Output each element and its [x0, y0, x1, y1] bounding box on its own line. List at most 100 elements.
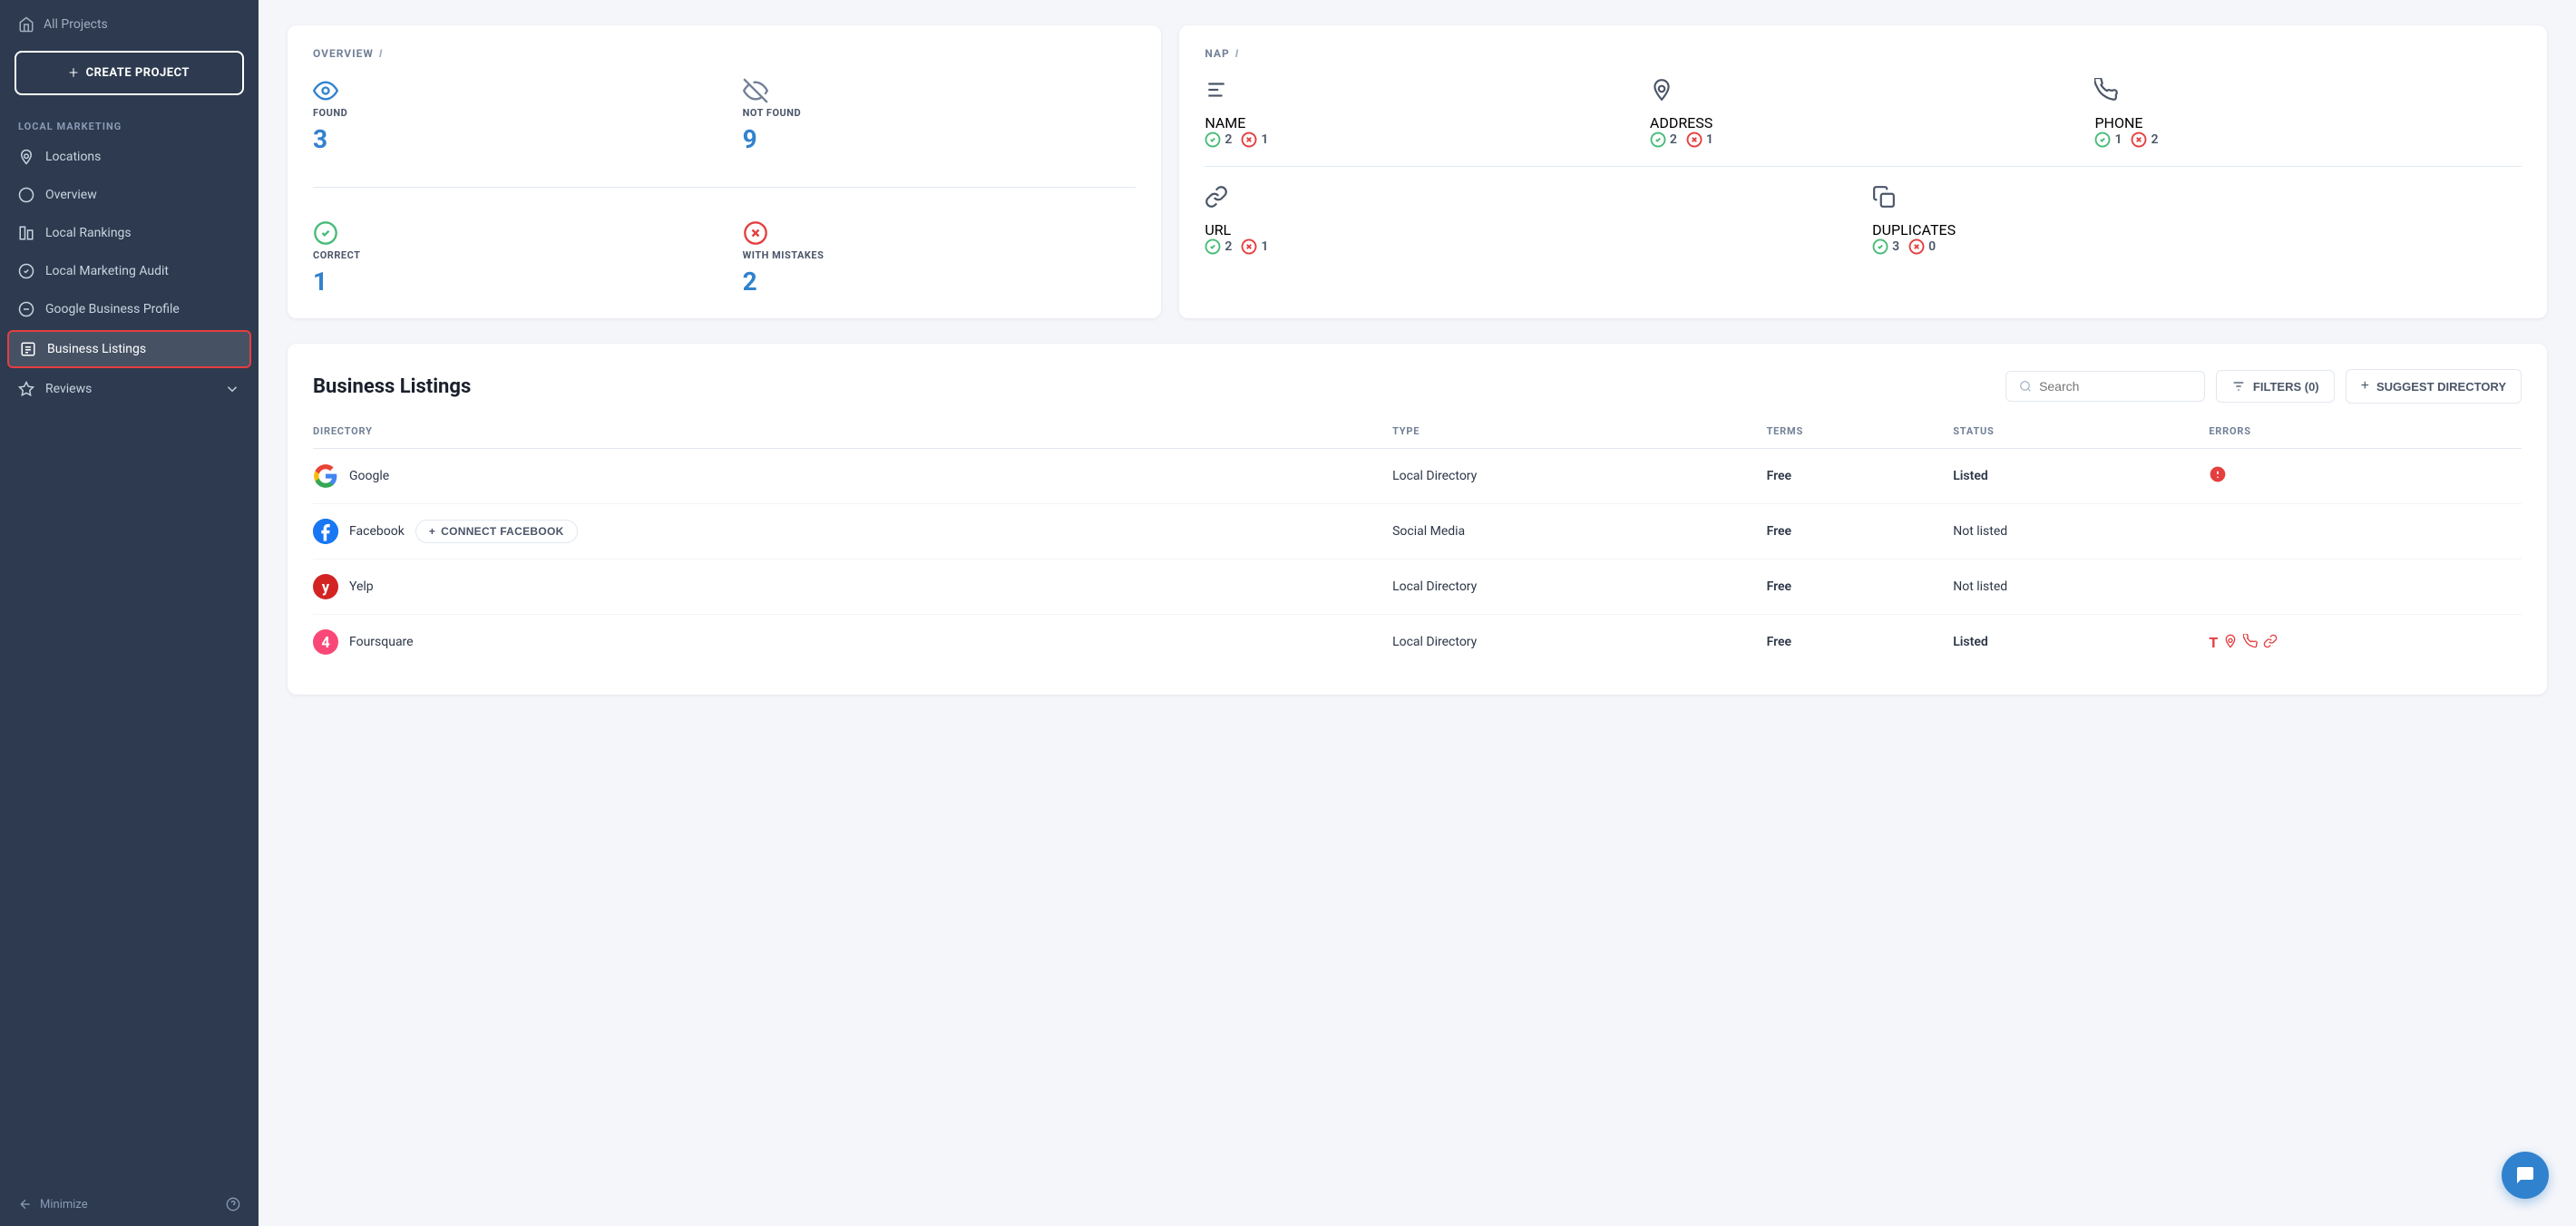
dir-cell-facebook: Facebook + CONNECT FACEBOOK [313, 504, 1392, 559]
location-icon [18, 149, 34, 165]
help-icon[interactable] [226, 1197, 240, 1211]
nap-phone-badges: 1 2 [2094, 131, 2522, 148]
arrow-left-icon [18, 1197, 33, 1211]
dup-x-icon [1908, 238, 1925, 255]
sidebar-item-business-listings[interactable]: Business Listings [7, 330, 251, 368]
nap-duplicates-error-badge: 0 [1908, 238, 1936, 255]
nap-address-correct-badge: 2 [1650, 131, 1677, 148]
error-exclamation-icon [2209, 465, 2227, 483]
yelp-errors [2209, 559, 2522, 615]
nap-url-badges: 2 1 [1205, 238, 1854, 255]
table-row: 4 Foursquare Local Directory Free Listed… [313, 615, 2522, 670]
check-icon [1650, 131, 1666, 148]
google-errors [2209, 449, 2522, 504]
nap-name-icon [1205, 78, 1632, 107]
chat-fab-button[interactable] [2502, 1152, 2549, 1199]
sidebar-item-google-business-profile[interactable]: Google Business Profile [0, 290, 259, 328]
nap-phone-error-badge: 2 [2131, 131, 2158, 148]
table-row: y Yelp Local Directory Free Not listed [313, 559, 2522, 615]
listings-table: DIRECTORY TYPE TERMS STATUS ERRORS [313, 425, 2522, 669]
suggest-label: SUGGEST DIRECTORY [2376, 380, 2506, 394]
col-directory: DIRECTORY [313, 425, 1392, 449]
not-found-value: 9 [743, 124, 1137, 154]
nap-card: NAP i NAME [1179, 25, 2547, 318]
sidebar-item-label-local-rankings: Local Rankings [45, 226, 132, 240]
dir-cell-yelp: y Yelp [313, 559, 1392, 615]
eye-icon [313, 78, 338, 103]
sidebar-item-label-reviews: Reviews [45, 382, 92, 396]
home-icon [18, 16, 34, 33]
sidebar-item-overview[interactable]: Overview [0, 176, 259, 214]
minimize-section[interactable]: Minimize [0, 1182, 259, 1226]
foursquare-link-error-icon [2263, 634, 2278, 648]
nap-address-error-badge: 1 [1686, 131, 1713, 148]
cards-row: OVERVIEW i FOUND 3 [288, 25, 2547, 318]
plus-suggest-icon: + [2361, 378, 2369, 394]
yelp-status: Not listed [1953, 559, 2209, 615]
sidebar-item-local-rankings[interactable]: Local Rankings [0, 214, 259, 252]
listings-section: Business Listings FILTERS (0) [288, 344, 2547, 695]
filters-button[interactable]: FILTERS (0) [2216, 370, 2335, 403]
overview-grid: FOUND 3 NOT FOUND 9 [313, 78, 1136, 297]
yelp-type: Local Directory [1392, 559, 1766, 615]
correct-item: CORRECT 1 [313, 220, 707, 297]
search-box[interactable] [2005, 371, 2205, 402]
create-project-button[interactable]: + CREATE PROJECT [15, 51, 244, 95]
google-status: Listed [1953, 449, 2209, 504]
overview-card-title: OVERVIEW i [313, 47, 1136, 60]
nap-phone-correct-badge: 1 [2094, 131, 2122, 148]
yelp-icon: y [313, 574, 338, 599]
sidebar-item-label-locations: Locations [45, 150, 101, 164]
dir-cell-foursquare: 4 Foursquare [313, 615, 1392, 670]
search-icon [2019, 379, 2032, 394]
chat-icon [2514, 1164, 2536, 1186]
dup-check-icon [1872, 238, 1888, 255]
nap-phone-item: PHONE 1 2 [2094, 78, 2522, 148]
rankings-icon [18, 225, 34, 241]
table-header-row: DIRECTORY TYPE TERMS STATUS ERRORS [313, 425, 2522, 449]
create-button-label: CREATE PROJECT [86, 66, 190, 80]
svg-text:4: 4 [321, 634, 329, 651]
col-terms: TERMS [1767, 425, 1954, 449]
foursquare-error-t-icon: T [2209, 634, 2218, 651]
yelp-name: Yelp [349, 579, 374, 594]
sidebar-item-local-marketing-audit[interactable]: Local Marketing Audit [0, 252, 259, 290]
search-input[interactable] [2039, 379, 2191, 394]
nap-name-item: NAME 2 1 [1205, 78, 1632, 148]
google-type: Local Directory [1392, 449, 1766, 504]
star-icon [18, 381, 34, 397]
sidebar-item-locations[interactable]: Locations [0, 138, 259, 176]
sidebar-item-label-overview: Overview [45, 188, 97, 202]
nap-duplicates-icon [1872, 185, 2522, 214]
audit-icon [18, 263, 34, 279]
gbp-icon [18, 301, 34, 317]
not-found-label: NOT FOUND [743, 107, 1137, 119]
yelp-terms: Free [1767, 559, 1954, 615]
phone-x-icon [2131, 131, 2147, 148]
col-status: STATUS [1953, 425, 2209, 449]
connect-facebook-button[interactable]: + CONNECT FACEBOOK [415, 520, 578, 543]
facebook-name: Facebook [349, 524, 405, 539]
nap-url-error-badge: 1 [1241, 238, 1268, 255]
with-mistakes-label: WITH MISTAKES [743, 249, 1137, 261]
nap-duplicates-label: DUPLICATES [1872, 221, 2522, 238]
filter-icon [2231, 379, 2246, 394]
check-circle-small-icon [1205, 131, 1221, 148]
dir-cell-google: Google [313, 449, 1392, 504]
nap-url-item: URL 2 1 [1205, 185, 1854, 255]
foursquare-location-error-icon [2223, 634, 2238, 648]
sidebar-item-reviews[interactable]: Reviews [0, 370, 259, 408]
listings-actions: FILTERS (0) + SUGGEST DIRECTORY [2005, 369, 2522, 404]
foursquare-error-icons: T [2209, 634, 2511, 651]
col-type: TYPE [1392, 425, 1766, 449]
suggest-directory-button[interactable]: + SUGGEST DIRECTORY [2346, 369, 2522, 404]
nap-address-item: ADDRESS 2 1 [1650, 78, 2077, 148]
minimize-button[interactable]: Minimize [18, 1197, 88, 1211]
facebook-terms: Free [1767, 504, 1954, 559]
listings-title: Business Listings [313, 375, 471, 398]
all-projects-link[interactable]: All Projects [0, 0, 259, 44]
x-circle-small-icon [1241, 131, 1257, 148]
facebook-errors [2209, 504, 2522, 559]
nap-row-2: URL 2 1 [1205, 185, 2522, 255]
connect-facebook-label: CONNECT FACEBOOK [441, 525, 563, 538]
